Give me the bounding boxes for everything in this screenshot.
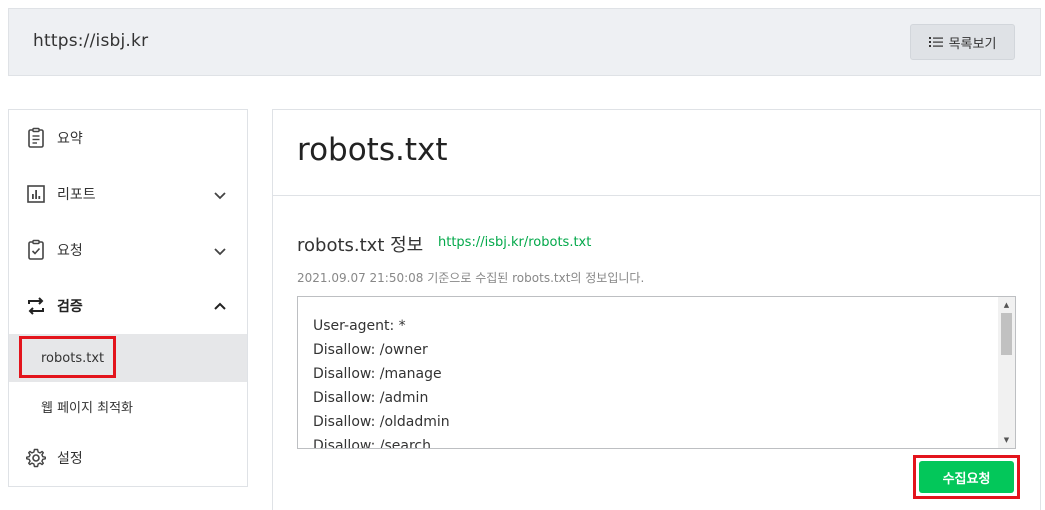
main-panel: robots.txt robots.txt 정보 https://isbj.kr… xyxy=(272,109,1041,510)
collect-request-button[interactable]: 수집요청 xyxy=(919,461,1014,493)
sidebar-item-summary[interactable]: 요약 xyxy=(9,114,247,162)
robots-lines: User-agent: * Disallow: /owner Disallow:… xyxy=(313,314,450,449)
sidebar-item-label: 설정 xyxy=(57,451,83,467)
scroll-up-arrow-icon[interactable]: ▲ xyxy=(998,298,1015,312)
list-view-label: 목록보기 xyxy=(948,36,997,52)
sidebar-item-label: 요약 xyxy=(57,131,83,147)
robots-line: Disallow: /owner xyxy=(313,342,428,358)
sidebar-item-verify[interactable]: 검증 xyxy=(9,282,247,330)
collected-info-text: 2021.09.07 21:50:08 기준으로 수집된 robots.txt의… xyxy=(297,271,645,285)
bar-chart-icon xyxy=(25,183,47,205)
sidebar-subitem-robots[interactable]: robots.txt xyxy=(9,334,247,382)
sidebar-subitem-label: 웹 페이지 최적화 xyxy=(41,400,133,416)
sidebar: 요약 리포트 요청 검증 robots.txt 웹 페이지 최적화 설정 xyxy=(8,109,248,487)
chevron-down-icon xyxy=(213,243,227,257)
section-title: robots.txt 정보 xyxy=(297,235,424,256)
robots-line: User-agent: * xyxy=(313,318,406,334)
chevron-up-icon xyxy=(213,299,227,313)
sidebar-subitem-web-optimization[interactable]: 웹 페이지 최적화 xyxy=(9,382,247,430)
divider xyxy=(273,195,1040,196)
robots-line: Disallow: /oldadmin xyxy=(313,414,450,430)
sidebar-item-label: 리포트 xyxy=(57,187,96,203)
page-title: robots.txt xyxy=(297,132,448,168)
sidebar-subitem-label: robots.txt xyxy=(41,350,105,366)
robots-url-link[interactable]: https://isbj.kr/robots.txt xyxy=(438,235,591,250)
clipboard-icon xyxy=(25,127,47,149)
sidebar-item-label: 요청 xyxy=(57,243,83,259)
sidebar-item-settings[interactable]: 설정 xyxy=(9,434,247,482)
robots-line: Disallow: /admin xyxy=(313,390,429,406)
list-view-button[interactable]: 목록보기 xyxy=(910,24,1015,60)
list-icon xyxy=(928,36,943,48)
chevron-down-icon xyxy=(213,187,227,201)
robots-content-textarea[interactable]: User-agent: * Disallow: /owner Disallow:… xyxy=(297,296,1016,449)
scroll-down-arrow-icon[interactable]: ▼ xyxy=(998,433,1015,447)
url-bar: https://isbj.kr 목록보기 xyxy=(8,8,1041,76)
robots-line: Disallow: /manage xyxy=(313,366,442,382)
vertical-scrollbar[interactable]: ▲ ▼ xyxy=(998,297,1015,448)
site-url: https://isbj.kr xyxy=(33,31,149,51)
scroll-thumb[interactable] xyxy=(1001,313,1012,355)
clipboard-check-icon xyxy=(25,239,47,261)
sidebar-item-request[interactable]: 요청 xyxy=(9,226,247,274)
sidebar-item-report[interactable]: 리포트 xyxy=(9,170,247,218)
swap-arrows-icon xyxy=(25,295,47,317)
highlight-box: 수집요청 xyxy=(913,455,1020,499)
sidebar-item-label: 검증 xyxy=(57,299,83,315)
gear-icon xyxy=(25,447,47,469)
robots-line: Disallow: /search xyxy=(313,438,431,449)
